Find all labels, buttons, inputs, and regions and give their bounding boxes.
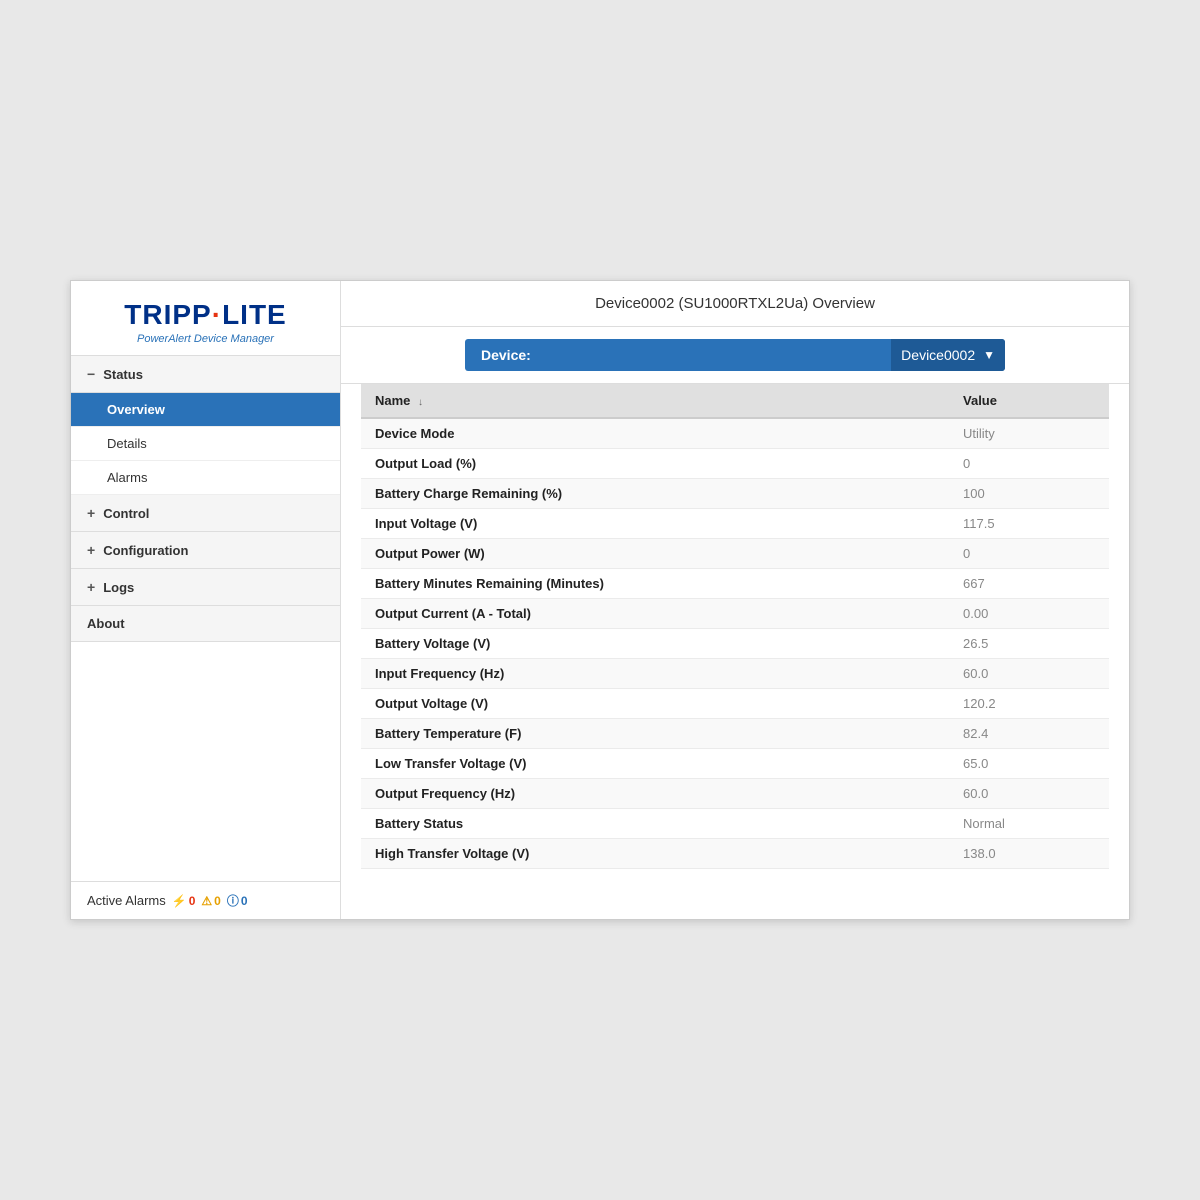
critical-alarm-badge: ⚡ 0 bbox=[172, 894, 196, 908]
table-body: Device ModeUtilityOutput Load (%)0Batter… bbox=[361, 418, 1109, 869]
active-alarms-bar: Active Alarms ⚡ 0 ⚠ 0 ⓘ 0 bbox=[71, 881, 340, 919]
table-header-row: Name ↓ Value bbox=[361, 384, 1109, 418]
table-row: Input Frequency (Hz)60.0 bbox=[361, 659, 1109, 689]
table-cell-value: 0 bbox=[949, 539, 1109, 569]
info-alarm-badge: ⓘ 0 bbox=[227, 892, 248, 909]
table-cell-name: Output Current (A - Total) bbox=[361, 599, 949, 629]
info-icon: ⓘ bbox=[227, 892, 239, 909]
table-cell-name: Output Frequency (Hz) bbox=[361, 779, 949, 809]
table-cell-value: 138.0 bbox=[949, 839, 1109, 869]
control-section-header[interactable]: + Control bbox=[71, 495, 340, 532]
dropdown-arrow-icon: ▼ bbox=[983, 348, 995, 362]
sidebar-item-alarms[interactable]: Alarms bbox=[71, 461, 340, 495]
logs-section-label: Logs bbox=[103, 580, 134, 595]
warning-count: 0 bbox=[214, 894, 221, 908]
logs-section-header[interactable]: + Logs bbox=[71, 569, 340, 606]
sidebar-item-overview[interactable]: Overview bbox=[71, 393, 340, 427]
table-row: High Transfer Voltage (V)138.0 bbox=[361, 839, 1109, 869]
table-cell-name: Battery Minutes Remaining (Minutes) bbox=[361, 569, 949, 599]
table-cell-value: 65.0 bbox=[949, 749, 1109, 779]
sidebar-nav: − Status Overview Details Alarms + Contr… bbox=[71, 356, 340, 881]
table-row: Battery Charge Remaining (%)100 bbox=[361, 479, 1109, 509]
status-collapse-icon: − bbox=[87, 366, 95, 382]
status-section-header[interactable]: − Status bbox=[71, 356, 340, 393]
device-selector-bar: Device: Device0002 ▼ bbox=[341, 327, 1129, 384]
table-row: Input Voltage (V)117.5 bbox=[361, 509, 1109, 539]
table-cell-name: Battery Charge Remaining (%) bbox=[361, 479, 949, 509]
table-cell-name: Low Transfer Voltage (V) bbox=[361, 749, 949, 779]
tripp-lite-logo: TRIPP·LITE bbox=[91, 299, 320, 331]
table-cell-value: 667 bbox=[949, 569, 1109, 599]
info-count: 0 bbox=[241, 894, 248, 908]
device-selector-value[interactable]: Device0002 ▼ bbox=[891, 339, 1005, 371]
sidebar: TRIPP·LITE PowerAlert Device Manager − S… bbox=[71, 281, 341, 919]
device-selector-label: Device: bbox=[465, 339, 891, 371]
table-row: Device ModeUtility bbox=[361, 418, 1109, 449]
value-column-header: Value bbox=[949, 384, 1109, 418]
table-row: Battery Temperature (F)82.4 bbox=[361, 719, 1109, 749]
warning-icon: ⚠ bbox=[201, 894, 212, 908]
logs-expand-icon: + bbox=[87, 579, 95, 595]
table-cell-value: 120.2 bbox=[949, 689, 1109, 719]
sidebar-item-details[interactable]: Details bbox=[71, 427, 340, 461]
table-cell-name: Output Load (%) bbox=[361, 449, 949, 479]
table-row: Low Transfer Voltage (V)65.0 bbox=[361, 749, 1109, 779]
table-cell-value: 60.0 bbox=[949, 659, 1109, 689]
table-cell-value: 0 bbox=[949, 449, 1109, 479]
logo-area: TRIPP·LITE PowerAlert Device Manager bbox=[71, 281, 340, 356]
app-container: TRIPP·LITE PowerAlert Device Manager − S… bbox=[70, 280, 1130, 920]
table-row: Battery Voltage (V)26.5 bbox=[361, 629, 1109, 659]
table-row: Output Frequency (Hz)60.0 bbox=[361, 779, 1109, 809]
table-cell-name: High Transfer Voltage (V) bbox=[361, 839, 949, 869]
table-row: Output Voltage (V)120.2 bbox=[361, 689, 1109, 719]
table-cell-value: 0.00 bbox=[949, 599, 1109, 629]
app-subtitle: PowerAlert Device Manager bbox=[91, 333, 320, 345]
main-content: Device0002 (SU1000RTXL2Ua) Overview Devi… bbox=[341, 281, 1129, 919]
table-row: Battery StatusNormal bbox=[361, 809, 1109, 839]
table-cell-value: Utility bbox=[949, 418, 1109, 449]
lightning-icon: ⚡ bbox=[172, 894, 187, 908]
table-row: Output Load (%)0 bbox=[361, 449, 1109, 479]
critical-count: 0 bbox=[189, 894, 196, 908]
table-cell-name: Input Voltage (V) bbox=[361, 509, 949, 539]
about-item[interactable]: About bbox=[71, 606, 340, 642]
warning-alarm-badge: ⚠ 0 bbox=[201, 894, 220, 908]
status-section-label: Status bbox=[103, 367, 143, 382]
table-cell-name: Battery Temperature (F) bbox=[361, 719, 949, 749]
about-label: About bbox=[87, 616, 125, 631]
configuration-section-label: Configuration bbox=[103, 543, 188, 558]
table-cell-value: 82.4 bbox=[949, 719, 1109, 749]
overview-table: Name ↓ Value Device ModeUtilityOutput Lo… bbox=[361, 384, 1109, 869]
control-section-label: Control bbox=[103, 506, 149, 521]
table-cell-name: Output Power (W) bbox=[361, 539, 949, 569]
table-cell-value: 60.0 bbox=[949, 779, 1109, 809]
table-cell-name: Battery Voltage (V) bbox=[361, 629, 949, 659]
configuration-expand-icon: + bbox=[87, 542, 95, 558]
table-cell-name: Input Frequency (Hz) bbox=[361, 659, 949, 689]
name-sort-icon: ↓ bbox=[418, 397, 423, 408]
table-cell-name: Output Voltage (V) bbox=[361, 689, 949, 719]
table-row: Output Power (W)0 bbox=[361, 539, 1109, 569]
table-cell-name: Device Mode bbox=[361, 418, 949, 449]
active-alarms-label: Active Alarms bbox=[87, 893, 166, 908]
name-column-header[interactable]: Name ↓ bbox=[361, 384, 949, 418]
page-title: Device0002 (SU1000RTXL2Ua) Overview bbox=[341, 281, 1129, 327]
table-row: Output Current (A - Total)0.00 bbox=[361, 599, 1109, 629]
table-cell-value: 100 bbox=[949, 479, 1109, 509]
table-cell-value: 117.5 bbox=[949, 509, 1109, 539]
table-cell-name: Battery Status bbox=[361, 809, 949, 839]
device-selector[interactable]: Device: Device0002 ▼ bbox=[465, 339, 1005, 371]
table-row: Battery Minutes Remaining (Minutes)667 bbox=[361, 569, 1109, 599]
configuration-section-header[interactable]: + Configuration bbox=[71, 532, 340, 569]
data-table-container: Name ↓ Value Device ModeUtilityOutput Lo… bbox=[341, 384, 1129, 919]
control-expand-icon: + bbox=[87, 505, 95, 521]
table-cell-value: 26.5 bbox=[949, 629, 1109, 659]
device-name: Device0002 bbox=[901, 347, 975, 363]
table-cell-value: Normal bbox=[949, 809, 1109, 839]
